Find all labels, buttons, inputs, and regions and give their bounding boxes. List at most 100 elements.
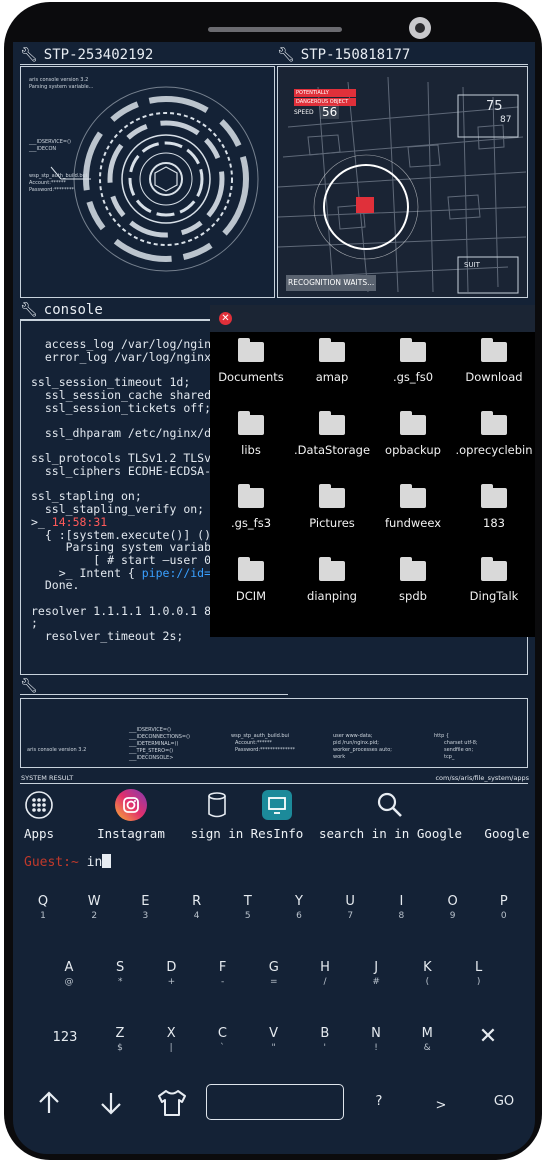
- key-w[interactable]: W2: [81, 894, 107, 921]
- key-i[interactable]: I8: [388, 894, 414, 921]
- question-key[interactable]: ?: [369, 1094, 389, 1109]
- folder-icon: [400, 557, 426, 581]
- key-z[interactable]: Z $: [107, 1026, 133, 1053]
- folder-item[interactable]: DingTalk: [453, 557, 535, 603]
- speed-label: SPEED: [294, 109, 314, 116]
- numbers-key[interactable]: 123: [49, 1030, 81, 1045]
- key-g[interactable]: G =: [261, 960, 287, 987]
- hud-panel-right[interactable]: POTENTIALLY DANGEROUS OBJECT SPEED 56 75…: [277, 66, 528, 298]
- key-f[interactable]: F-: [210, 960, 236, 987]
- key-v[interactable]: V ": [261, 1026, 287, 1053]
- folder-item[interactable]: .gs_fs3: [210, 484, 292, 530]
- key-symbol: 8: [398, 911, 405, 921]
- file-manager-window[interactable]: ✕ Documents amap .gs_fs0 Download libs .DataS…: [210, 305, 535, 637]
- screen: 🔧︎ STP-253402192 🔧︎ STP-150818177 aris c…: [13, 42, 535, 1154]
- key-letter: L: [474, 960, 483, 975]
- key-n[interactable]: N!: [363, 1026, 389, 1053]
- folder-item[interactable]: libs: [210, 411, 292, 457]
- folder-icon: [400, 411, 426, 435]
- key-symbol: *: [117, 977, 123, 987]
- app-shortcut[interactable]: Google: [479, 788, 535, 841]
- folder-label: .DataStorage: [293, 443, 371, 457]
- info-panel[interactable]: aris console version 3.2 ___IDSERVICE=()…: [20, 698, 528, 768]
- hud-panel-left[interactable]: aris console version 3.2 Parsing system …: [20, 66, 275, 298]
- key-l[interactable]: L): [466, 960, 492, 987]
- terminal-input-line[interactable]: Guest:~ in: [24, 854, 112, 870]
- recognition-status: RECOGNITION WAITS...: [288, 278, 375, 287]
- key-s[interactable]: S *: [107, 960, 133, 987]
- console-line: Done.: [31, 578, 80, 593]
- info-text: work: [333, 754, 346, 760]
- key-x[interactable]: X |: [158, 1026, 184, 1053]
- folder-icon: [319, 338, 345, 362]
- right-panel-title-text: STP-150818177: [300, 47, 411, 63]
- key-d[interactable]: D +: [158, 960, 184, 987]
- app-label: Google: [484, 826, 530, 841]
- folder-label: spdb: [399, 589, 427, 603]
- folder-item[interactable]: fundweex: [372, 484, 454, 530]
- key-symbol: 9: [449, 911, 456, 921]
- key-letter: Z: [115, 1026, 125, 1041]
- go-key[interactable]: GO: [489, 1094, 519, 1109]
- folder-item[interactable]: .gs_fs0: [372, 338, 454, 384]
- terminal-prompt: Guest:~: [24, 855, 79, 870]
- info-text: ___IDETERMINAL=(): [129, 741, 179, 747]
- folder-label: .oprecyclebin: [455, 443, 533, 457]
- folder-item[interactable]: amap: [291, 338, 373, 384]
- folder-item[interactable]: DCIM: [210, 557, 292, 603]
- numbers-key-label: 123: [52, 1030, 78, 1045]
- folder-icon: [481, 338, 507, 362]
- theme-button[interactable]: [155, 1088, 191, 1122]
- space-bar[interactable]: [206, 1084, 344, 1120]
- key-letter: G: [268, 960, 279, 975]
- key-j[interactable]: J #: [363, 960, 389, 987]
- folder-item[interactable]: Pictures: [291, 484, 373, 530]
- key-e[interactable]: E3: [132, 894, 158, 921]
- arrow-up-button[interactable]: [36, 1090, 66, 1120]
- wrench-icon: 🔧︎: [20, 678, 38, 694]
- speed-value: 56: [320, 105, 340, 119]
- folder-label: .gs_fs3: [230, 516, 272, 530]
- folder-label: DCIM: [235, 589, 267, 603]
- folder-item[interactable]: Documents: [210, 338, 292, 384]
- key-q[interactable]: Q1: [30, 894, 56, 921]
- arrow-down-button[interactable]: [98, 1090, 128, 1120]
- folder-item[interactable]: dianping: [291, 557, 373, 603]
- app-shortcut[interactable]: ResInfo: [243, 788, 311, 841]
- key-b[interactable]: B ': [312, 1026, 338, 1053]
- app-shortcut[interactable]: Apps: [13, 788, 65, 841]
- folder-label: libs: [241, 443, 261, 457]
- key-h[interactable]: H /: [312, 960, 338, 987]
- app-shortcut[interactable]: Instagram: [81, 788, 181, 841]
- key-k[interactable]: K(: [414, 960, 440, 987]
- key-letter: C: [217, 1026, 227, 1041]
- key-a[interactable]: A @: [56, 960, 82, 987]
- terminal-input[interactable]: in: [87, 855, 103, 870]
- folder-item[interactable]: Download: [453, 338, 535, 384]
- info-text: ___IDSERVICE=(): [129, 727, 171, 733]
- close-icon[interactable]: ✕: [219, 312, 232, 325]
- key-o[interactable]: O9: [440, 894, 466, 921]
- folder-item[interactable]: .oprecyclebin: [453, 411, 535, 457]
- key-r[interactable]: R4: [184, 894, 210, 921]
- folder-item[interactable]: 183: [453, 484, 535, 530]
- folder-item[interactable]: spdb: [372, 557, 454, 603]
- key-symbol: 6: [296, 911, 302, 921]
- backspace-key[interactable]: ✕: [473, 1024, 503, 1049]
- gauge-bottom-value: 87: [500, 115, 512, 125]
- folder-item[interactable]: opbackup: [372, 411, 454, 457]
- key-u[interactable]: U7: [337, 894, 363, 921]
- folder-icon: [319, 411, 345, 435]
- key-p[interactable]: P0: [491, 894, 517, 921]
- key-c[interactable]: C `: [209, 1026, 235, 1053]
- key-m[interactable]: M &: [414, 1026, 440, 1053]
- key-symbol: -: [220, 977, 225, 987]
- app-shortcut[interactable]: search in in Google: [319, 788, 462, 841]
- key-t[interactable]: T5: [235, 894, 261, 921]
- key-letter: M: [421, 1026, 433, 1041]
- key-y[interactable]: Y6: [286, 894, 312, 921]
- gauge-top-value: 75: [486, 99, 503, 114]
- key-letter: I: [399, 894, 404, 909]
- folder-item[interactable]: .DataStorage: [291, 411, 373, 457]
- greater-key[interactable]: >: [431, 1098, 451, 1113]
